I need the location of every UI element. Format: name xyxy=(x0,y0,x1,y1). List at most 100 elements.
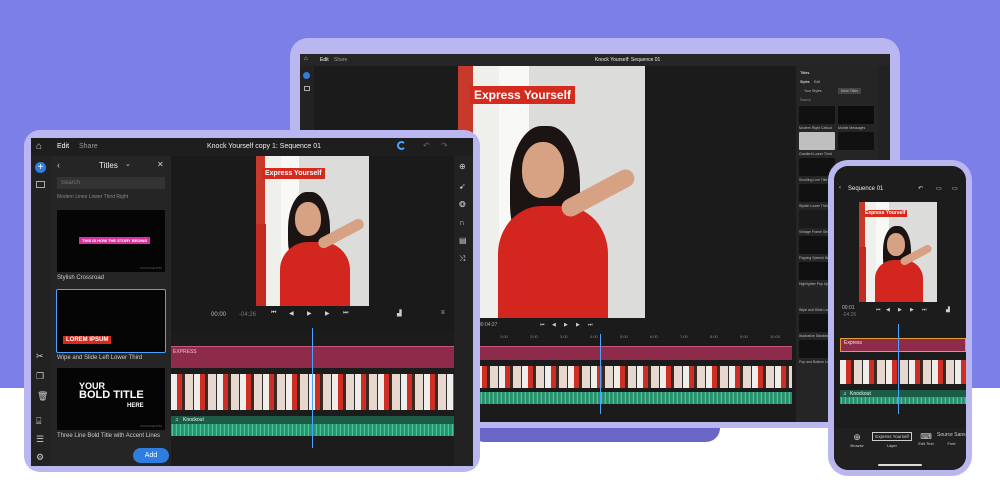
speed-icon[interactable]: ➹ xyxy=(459,182,466,191)
skip-forward-icon[interactable]: ⏭ xyxy=(922,307,927,313)
layer-tool[interactable]: Express Yourself Layer xyxy=(872,432,912,448)
add-icon[interactable]: + xyxy=(35,162,46,173)
font-tool[interactable]: Source Sans P Font xyxy=(937,432,966,446)
layout-icon[interactable]: ▤ xyxy=(459,236,467,245)
thumb-text: THIS IS HOW THE STORY BEGINS xyxy=(79,237,151,244)
title-card-thumb[interactable]: YOUR BOLD TITLE HERE FOOTAGE.PNG xyxy=(57,368,165,430)
skip-back-icon[interactable]: ⏮ xyxy=(271,310,276,317)
chevron-down-icon[interactable]: ⌄ xyxy=(125,160,131,168)
title-item-label: Highlighter Pop Up xyxy=(799,282,829,286)
laptop-subtab-your-styles[interactable]: Your Styles xyxy=(804,89,822,93)
step-back-icon[interactable]: ◀ xyxy=(289,310,294,317)
title-card-thumb[interactable]: THIS IS HOW THE STORY BEGINS FOOTAGE.PNG xyxy=(57,210,165,272)
thumb-text: HERE xyxy=(127,403,144,409)
list-icon[interactable]: ☰ xyxy=(36,434,44,445)
play-icon[interactable]: ▶ xyxy=(898,307,902,313)
layer-value: Express Yourself xyxy=(872,432,912,441)
menu-icon[interactable]: ≡ xyxy=(441,310,445,316)
phone-audio-track[interactable]: ♫ Knockout xyxy=(840,390,966,404)
audio-icon[interactable]: ∩ xyxy=(459,218,465,227)
track-label: EXPRESS xyxy=(173,349,197,355)
tablet-title-overlay[interactable]: Express Yourself xyxy=(262,168,325,179)
undo-icon[interactable]: ↶ xyxy=(918,185,923,192)
step-forward-icon[interactable]: ▶ xyxy=(576,322,580,328)
edit-text-tool[interactable]: ⌨ Edit Text xyxy=(914,432,938,446)
laptop-panel-search[interactable]: Search xyxy=(800,98,811,102)
phone-video-track[interactable] xyxy=(840,360,966,384)
step-back-icon[interactable]: ◀ xyxy=(886,307,890,313)
redo-icon[interactable]: ↷ xyxy=(441,141,448,150)
step-forward-icon[interactable]: ▶ xyxy=(910,307,914,313)
title-card-thumb-selected[interactable]: LOREM IPSUM xyxy=(56,289,166,353)
laptop-panel-tab-edit[interactable]: Edit xyxy=(814,80,820,84)
back-icon[interactable]: ‹ xyxy=(57,160,60,170)
laptop-video-track[interactable] xyxy=(476,366,792,388)
cut-icon[interactable]: ✂ xyxy=(36,351,44,362)
thumb-text: LOREM IPSUM xyxy=(63,336,112,344)
track-label: Express xyxy=(844,340,863,346)
laptop-title-overlay[interactable]: Express Yourself xyxy=(470,86,575,104)
laptop-playhead[interactable] xyxy=(600,334,601,414)
add-icon[interactable] xyxy=(303,72,310,79)
close-icon[interactable]: ✕ xyxy=(157,160,164,169)
add-media-icon[interactable]: ⊕ xyxy=(459,162,466,171)
ruler-tick: 10:00 xyxy=(770,334,781,339)
tablet-left-rail: + ✂ ❐ 🗑 ⌸ ☰ ⚙ xyxy=(31,156,51,466)
ruler-tick: 1:00 xyxy=(500,334,508,339)
laptop-tab-edit[interactable]: Edit xyxy=(320,57,329,63)
media-icon[interactable] xyxy=(304,86,310,91)
tablet-sequence-title: Knock Yourself copy 1: Sequence 01 xyxy=(207,143,322,150)
thumb[interactable] xyxy=(838,132,874,150)
copy-icon[interactable]: ❐ xyxy=(36,371,44,382)
tablet-tab-share[interactable]: Share xyxy=(79,143,98,150)
phone-title-overlay[interactable]: Express Yourself xyxy=(863,210,908,217)
step-forward-icon[interactable]: ▶ xyxy=(325,310,330,317)
track-label: Knockout xyxy=(183,417,204,423)
tablet-header: ⌂ Edit Share Knock Yourself copy 1: Sequ… xyxy=(31,138,473,156)
tablet-timecode-total: -04:26 xyxy=(239,312,257,318)
phone-playhead[interactable] xyxy=(898,324,899,414)
laptop-title-track[interactable] xyxy=(476,346,792,360)
skip-forward-icon[interactable]: ⏭ xyxy=(588,322,593,328)
ruler-tick: 6:00 xyxy=(650,334,658,339)
laptop-subtab-more-titles[interactable]: More Titles xyxy=(838,88,862,94)
undo-icon[interactable]: ↶ xyxy=(423,141,430,150)
thumb[interactable] xyxy=(799,106,835,124)
browse-tool[interactable]: ⊕ Browse xyxy=(844,432,870,448)
comment-icon[interactable]: ▭ xyxy=(952,185,958,192)
tablet-playhead[interactable] xyxy=(312,328,313,448)
back-icon[interactable]: ‹ xyxy=(839,185,841,191)
phone-sequence-title: Sequence 01 xyxy=(848,186,884,192)
fullscreen-icon[interactable]: ▟ xyxy=(397,310,402,317)
play-icon[interactable]: ▶ xyxy=(564,322,568,328)
media-icon[interactable] xyxy=(36,181,45,188)
ruler-tick: 9:00 xyxy=(740,334,748,339)
play-icon[interactable]: ▶ xyxy=(307,310,312,317)
step-back-icon[interactable]: ◀ xyxy=(552,322,556,328)
ruler-tick: 2:00 xyxy=(530,334,538,339)
skip-back-icon[interactable]: ⏮ xyxy=(540,322,545,328)
fullscreen-icon[interactable]: ▟ xyxy=(946,307,950,313)
transform-icon[interactable]: ⤨ xyxy=(459,254,465,264)
color-icon[interactable]: ❂ xyxy=(459,200,466,209)
thumb[interactable] xyxy=(838,106,874,124)
title-card-label: Stylish Crossroad xyxy=(57,275,105,281)
thumb[interactable] xyxy=(799,132,835,150)
settings-icon[interactable]: ⚙ xyxy=(36,452,44,463)
laptop-audio-track[interactable] xyxy=(476,392,792,404)
tablet-tab-edit[interactable]: Edit xyxy=(57,143,69,150)
add-button[interactable]: Add xyxy=(133,448,169,463)
home-icon[interactable]: ⌂ xyxy=(36,141,42,152)
skip-back-icon[interactable]: ⏮ xyxy=(876,307,881,313)
home-icon[interactable]: ⌂ xyxy=(304,56,308,62)
delete-icon[interactable]: 🗑 xyxy=(37,391,48,402)
laptop-panel-tab-styles[interactable]: Styles xyxy=(800,80,810,84)
skip-forward-icon[interactable]: ⏭ xyxy=(343,310,348,317)
export-icon[interactable]: ▭ xyxy=(936,185,942,192)
tablet-panel-title[interactable]: Titles xyxy=(99,161,118,170)
tablet-timecode-current: 00:00 xyxy=(211,312,227,318)
phone-title-track[interactable]: Express xyxy=(840,338,966,352)
laptop-tab-share[interactable]: Share xyxy=(334,57,347,63)
tablet-search-input[interactable] xyxy=(57,177,165,189)
tools-icon[interactable]: ⌸ xyxy=(36,416,41,427)
